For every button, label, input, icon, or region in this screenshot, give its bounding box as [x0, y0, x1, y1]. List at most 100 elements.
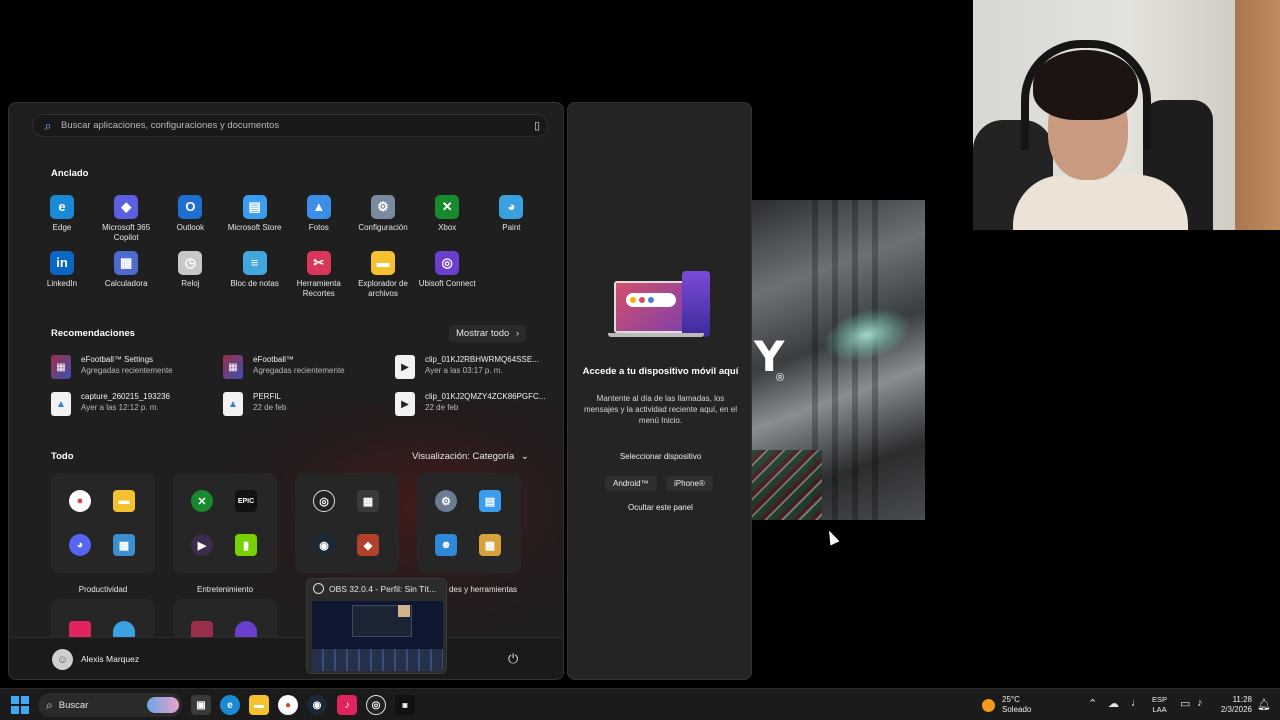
- pinned-app[interactable]: ✂ Herramienta Recortes: [286, 251, 352, 298]
- select-device-button[interactable]: Seleccionar dispositivo: [608, 452, 713, 461]
- pinned-app-label: Edge: [52, 223, 72, 232]
- linkedin-icon: in: [50, 251, 74, 275]
- phone-link-panel: Accede a tu dispositivo móvil aquí Mante…: [567, 102, 752, 680]
- taskbar-search[interactable]: ⌕ Buscar: [38, 693, 182, 717]
- pinned-app[interactable]: ◕ Paint: [478, 195, 544, 233]
- power-icon[interactable]: ⏻: [508, 651, 518, 667]
- recommendation-subtitle: Ayer a las 12:12 p. m.: [81, 402, 159, 412]
- start-search-box[interactable]: ⌕ ▯: [32, 114, 548, 137]
- pinned-app-label: Xbox: [438, 223, 457, 232]
- video-file-icon: ▶: [395, 355, 415, 379]
- microphone-icon[interactable]: ♩: [1131, 697, 1142, 709]
- calculator-icon: ▦: [114, 251, 139, 275]
- file-explorer-icon[interactable]: ▬: [249, 695, 269, 715]
- chevron-right-icon: ›: [515, 328, 520, 339]
- start-search-input[interactable]: [61, 120, 527, 131]
- weather-desc: Soleado: [1002, 705, 1032, 714]
- recommendation-subtitle: Agregadas recientemente: [81, 365, 173, 375]
- discord-icon: ◕: [69, 534, 91, 556]
- taskbar: ⌕ Buscar ▣ e ▬ ● ◉ ♪ ◎ ▣ 25°C Soleado ⌃ …: [0, 688, 1280, 720]
- category-folder-utilities-2[interactable]: ⚙ ▤ ☻ ▦: [417, 473, 521, 573]
- video-file-icon: ▶: [395, 392, 415, 416]
- recommendation-item[interactable]: ▶ clip_01KJ2RBHWRMQ64SSE... Ayer a las 03:…: [395, 355, 555, 379]
- recommendation-subtitle: Ayer a las 03:17 p. m.: [425, 365, 503, 375]
- user-name[interactable]: Alexis Marquez: [81, 654, 139, 664]
- category-folder-utilities-1[interactable]: ◎ ▦ ◉ ◆: [295, 473, 399, 573]
- pinned-app-label: LinkedIn: [46, 279, 78, 288]
- recommendation-item[interactable]: ▦ eFootball™ Settings Agregadas recienteme…: [51, 355, 211, 379]
- category-folder-partial-1[interactable]: [51, 599, 155, 639]
- pinned-app-label: Ubisoft Connect: [418, 279, 476, 288]
- phone-link-icon[interactable]: ▯: [527, 119, 547, 132]
- hide-panel-button[interactable]: Ocultar este panel: [608, 503, 713, 512]
- show-all-button[interactable]: Mostrar todo ›: [449, 325, 527, 342]
- start-button[interactable]: [11, 696, 29, 714]
- pinned-app-label: Microsoft Store: [227, 223, 282, 232]
- efootball-icon: ▦: [223, 355, 243, 379]
- category-folder-partial-2[interactable]: [173, 599, 277, 639]
- store-icon: ▤: [242, 195, 267, 219]
- pinned-app[interactable]: O Outlook: [157, 195, 223, 233]
- steam-icon[interactable]: ◉: [307, 695, 327, 715]
- pinned-app[interactable]: ▤ Microsoft Store: [222, 195, 288, 233]
- image-file-icon: ▲: [223, 392, 243, 416]
- pinned-app-label: Calculadora: [104, 279, 148, 288]
- recommendation-item[interactable]: ▦ eFootball™ Agregadas recientemente: [223, 355, 383, 379]
- app-grid-icon: ▦: [357, 490, 379, 512]
- steam-icon: ◉: [313, 534, 335, 556]
- android-button[interactable]: Android™: [605, 476, 657, 491]
- phone-panel-title: Accede a tu dispositivo móvil aquí: [582, 366, 739, 377]
- pinned-app[interactable]: in LinkedIn: [29, 251, 95, 289]
- category-folder-entertainment[interactable]: ✕ EPIC ▶ ▮: [173, 473, 277, 573]
- chevron-down-icon: ⌄: [520, 451, 529, 462]
- pinned-app[interactable]: ⚙ Configuración: [350, 195, 416, 233]
- pinned-app[interactable]: ◎ Ubisoft Connect: [414, 251, 480, 289]
- pinned-app[interactable]: ≡ Bloc de notas: [222, 251, 288, 289]
- people-icon: ☻: [435, 534, 457, 556]
- notification-icon[interactable]: 🔔︎: [1257, 698, 1271, 711]
- pinned-app[interactable]: ◆ Microsoft 365 Copilot: [93, 195, 159, 242]
- view-category-button[interactable]: Visualización: Categoría ⌄: [405, 448, 536, 465]
- pinned-app[interactable]: ✕ Xbox: [414, 195, 480, 233]
- file-explorer-icon: ▬: [371, 251, 395, 275]
- snipping-tool-icon: ✂: [306, 251, 331, 275]
- volume-icon[interactable]: ♪: [1197, 697, 1203, 709]
- recommendation-title: PERFIL: [253, 392, 282, 401]
- recommendation-item[interactable]: ▶ clip_01KJ2QMZY4ZCK86PGFC... 22 de feb: [395, 392, 555, 416]
- obs-icon[interactable]: ◎: [366, 695, 386, 715]
- user-bar: ☺ Alexis Marquez ⏻: [9, 637, 563, 679]
- chrome-icon[interactable]: ●: [278, 695, 298, 715]
- iphone-button[interactable]: iPhone®: [666, 476, 713, 491]
- language-indicator[interactable]: ESP LAA: [1152, 695, 1167, 715]
- pinned-app[interactable]: e Edge: [29, 195, 95, 233]
- edge-icon[interactable]: e: [220, 695, 240, 715]
- recommendation-item[interactable]: ▲ capture_260215_193236 Ayer a las 12:12 p…: [51, 392, 211, 416]
- pinned-app[interactable]: ◷ Reloj: [157, 251, 223, 289]
- taskbar-search-label: Buscar: [58, 699, 89, 711]
- recommendation-title: eFootball™: [253, 355, 294, 364]
- pinned-app-label: Paint: [502, 223, 521, 232]
- pinned-app-label: Bloc de notas: [230, 279, 279, 288]
- clock[interactable]: 11:28 2/3/2026: [1214, 695, 1252, 716]
- image-file-icon: ▲: [51, 392, 71, 416]
- recommendation-item[interactable]: ▲ PERFIL 22 de feb: [223, 392, 383, 416]
- user-avatar[interactable]: ☺: [52, 649, 73, 670]
- mouse-cursor: [824, 528, 840, 546]
- category-folder-productivity[interactable]: ● ▬ ◕ ▦: [51, 473, 155, 573]
- tiktok-icon[interactable]: ♪: [337, 695, 357, 715]
- task-view-icon[interactable]: ▣: [191, 695, 211, 715]
- webcam-overlay: [973, 0, 1280, 230]
- network-icon[interactable]: ▭: [1180, 697, 1190, 710]
- weather-widget[interactable]: 25°C Soleado: [982, 695, 1031, 715]
- pinned-app[interactable]: ▬ Explorador de archivos: [350, 251, 416, 298]
- recommendation-title: capture_260215_193236: [81, 392, 170, 401]
- pinned-app[interactable]: ▦ Calculadora: [93, 251, 159, 289]
- obs-window-preview[interactable]: OBS 32.0.4 - Perfil: Sin Tít...: [306, 578, 447, 674]
- pinned-app[interactable]: ▲ Fotos: [286, 195, 352, 233]
- recommendations-title: Recomendaciones: [51, 328, 135, 339]
- ubisoft-icon: ◎: [435, 251, 460, 275]
- pinned-app-label: Herramienta Recortes: [296, 279, 341, 298]
- chevron-up-icon[interactable]: ⌃: [1088, 697, 1097, 710]
- onedrive-icon[interactable]: ☁: [1108, 697, 1119, 710]
- game-app-icon[interactable]: ▣: [395, 695, 415, 715]
